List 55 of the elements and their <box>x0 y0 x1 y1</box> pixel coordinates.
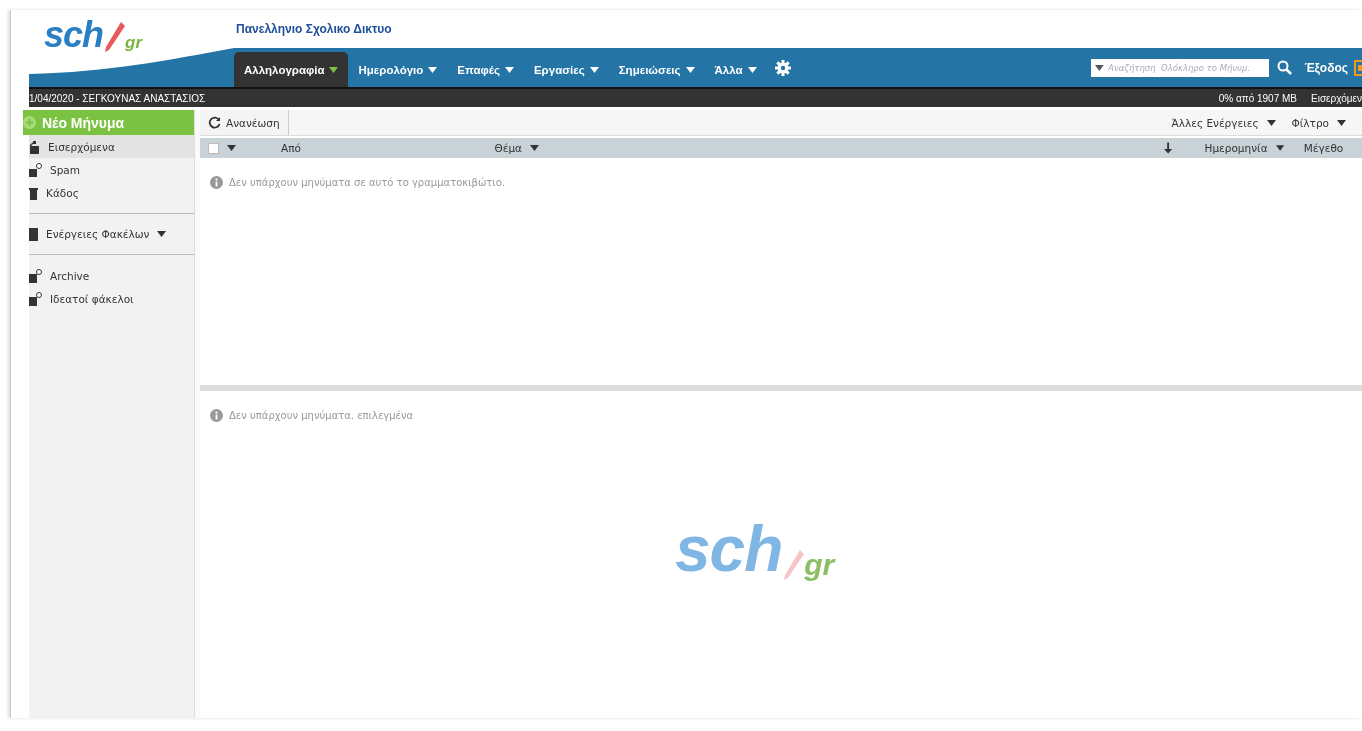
caret-icon <box>1337 119 1346 126</box>
site-title: Πανελληνιο Σχολικο Δικτυο <box>235 21 393 38</box>
spam-icon <box>29 162 42 177</box>
caret-icon <box>428 66 438 73</box>
info-icon <box>210 176 223 189</box>
caret-icon <box>747 66 757 73</box>
column-header[interactable]: Από <box>281 142 301 154</box>
logo: sch gr <box>675 516 835 582</box>
empty-message: Δεν υπάρχουν μηνύματα. επιλεγμένα <box>229 410 414 421</box>
sort-arrow-icon[interactable] <box>1163 142 1173 154</box>
folder-actions-menu[interactable]: Ενέργειες Φακέλων <box>29 223 194 245</box>
folder-icon <box>29 291 42 306</box>
caret-icon <box>589 66 599 73</box>
caret-icon <box>329 66 339 73</box>
logout-link[interactable]: Έξοδος <box>1304 60 1348 75</box>
refresh-icon <box>208 116 221 129</box>
trash-icon <box>29 185 38 200</box>
caret-icon <box>226 145 236 151</box>
caret-icon <box>1275 145 1284 151</box>
search-icon[interactable] <box>1277 60 1293 75</box>
folder-item[interactable]: Εισερχόμενα <box>29 135 194 158</box>
filter-menu[interactable]: Φίλτρο <box>1291 116 1346 129</box>
folder-item[interactable]: Ιδεατοί φάκελοι <box>29 287 194 310</box>
plus-icon <box>23 116 36 129</box>
settings-icon[interactable] <box>774 59 791 76</box>
logo: sch gr <box>44 16 143 54</box>
column-header[interactable]: Μέγεθο <box>1303 142 1344 154</box>
nav-tab[interactable]: Σημειώσεις <box>608 52 705 87</box>
caret-icon <box>157 231 167 237</box>
info-icon <box>210 409 223 422</box>
more-actions-menu[interactable]: Άλλες Ενέργειες <box>1171 116 1276 129</box>
nav-tab[interactable]: Αλληλογραφία <box>234 52 349 87</box>
folder-item[interactable]: Κάδος <box>29 181 194 204</box>
inbox-icon <box>29 139 40 154</box>
caret-icon <box>1266 119 1276 126</box>
caret-icon <box>504 66 514 73</box>
search-field[interactable]: Αναζήτηση Ολόκληρο το Μήνυμ. <box>1091 58 1270 77</box>
select-all-checkbox[interactable] <box>208 142 219 154</box>
column-header[interactable]: Θέμα <box>494 142 522 154</box>
folder-item[interactable]: Spam <box>29 158 194 181</box>
folder-icon <box>29 227 38 241</box>
empty-message: Δεν υπάρχουν μηνύματα σε αυτό το γραμματοκιβώτιο. <box>229 177 505 188</box>
user-date-text: 1/04/2020 - ΣΕΓΚΟΥΝΑΣ ΑΝΑΣΤΑΣΙΟΣ <box>29 92 206 104</box>
quota-text: 0% από 1907 MB <box>1218 92 1297 104</box>
caret-icon <box>530 145 539 151</box>
folder-icon <box>29 268 42 283</box>
nav-tab[interactable]: Άλλα <box>704 52 767 87</box>
folder-name-text: Εισερχόμεν <box>1311 92 1362 104</box>
nav-tab[interactable]: Ημερολόγιο <box>348 52 448 87</box>
column-header[interactable]: Ημερομηνία <box>1204 142 1268 154</box>
nav-tab[interactable]: Εργασίες <box>523 52 609 87</box>
caret-icon <box>1095 64 1105 71</box>
nav-tab[interactable]: Επαφές <box>447 52 524 87</box>
folder-item[interactable]: Archive <box>29 264 194 287</box>
caret-icon <box>685 66 695 73</box>
